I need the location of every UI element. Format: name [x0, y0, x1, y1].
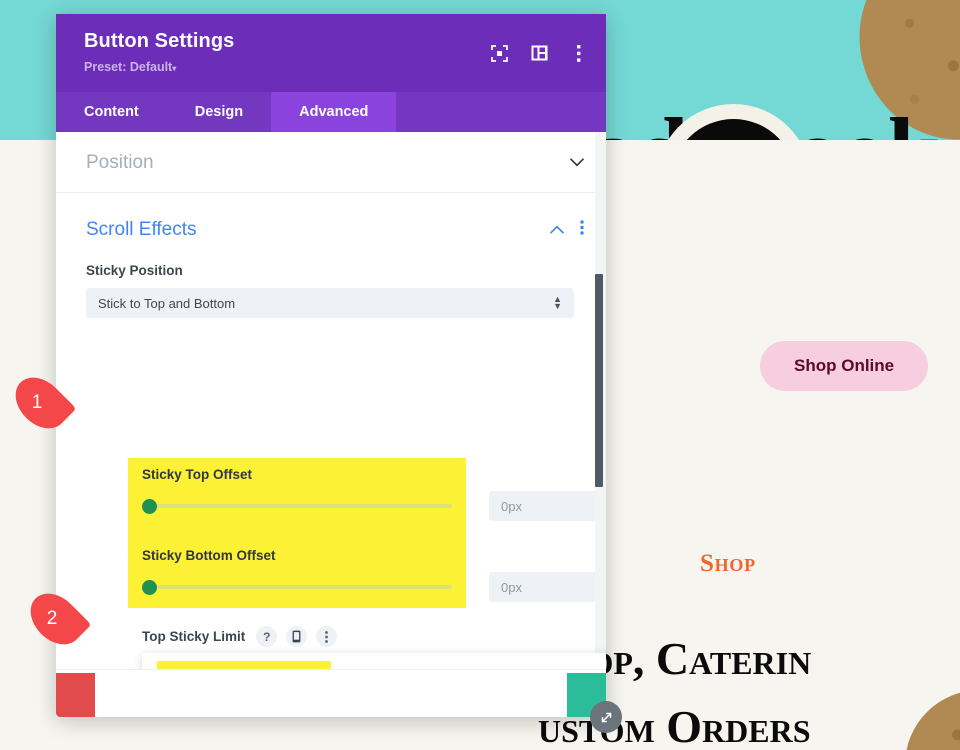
field-top-sticky-limit: Top Sticky Limit ? — [142, 626, 338, 647]
modal-header: Button Settings Preset: Default▾ — [56, 14, 606, 92]
preset-selector[interactable]: Preset: Default▾ — [84, 60, 586, 74]
mobile-icon[interactable] — [286, 626, 308, 647]
field-sticky-top-offset: Sticky Top Offset — [142, 467, 252, 482]
button-settings-modal: Button Settings Preset: Default▾ Content… — [56, 14, 622, 733]
sticky-position-label: Sticky Position — [86, 263, 183, 278]
sticky-top-offset-label: Sticky Top Offset — [142, 467, 253, 482]
preset-label: Preset: Default — [84, 60, 173, 74]
tab-content[interactable]: Content — [56, 92, 167, 132]
sticky-bottom-offset-input[interactable] — [489, 572, 606, 602]
modal-scrollbar-track[interactable] — [595, 132, 606, 669]
more-vertical-icon[interactable] — [580, 220, 584, 240]
callout-badge-1: 1 — [5, 367, 77, 439]
top-sticky-limit-label: Top Sticky Limit — [142, 629, 246, 644]
sticky-position-value: Stick to Top and Bottom — [98, 295, 236, 311]
shop-online-button[interactable]: Shop Online — [760, 341, 929, 391]
layout-panel-icon[interactable] — [530, 44, 548, 62]
help-icon[interactable]: ? — [256, 626, 278, 647]
section-scroll-effects[interactable]: Scroll Effects — [56, 193, 606, 255]
dropdown-option-none[interactable]: None ✔ — [142, 661, 606, 669]
sticky-position-select[interactable]: Stick to Top and Bottom ▲ ▼ — [86, 288, 574, 318]
chevron-down-icon[interactable] — [570, 154, 584, 172]
shop-eyebrow-text: Shop — [700, 550, 756, 577]
modal-scrollbar-thumb[interactable] — [595, 274, 603, 487]
chevron-up-icon[interactable] — [550, 221, 564, 239]
select-updown-icon: ▲ ▼ — [553, 294, 562, 311]
section-position-title: Position — [86, 152, 154, 173]
sticky-bottom-offset-label: Sticky Bottom Offset — [142, 548, 276, 563]
cancel-button[interactable] — [56, 673, 95, 717]
resize-handle[interactable] — [590, 701, 622, 733]
sticky-top-offset-slider-knob[interactable] — [142, 499, 157, 514]
section-position[interactable]: Position — [56, 132, 606, 193]
modal-body: Position Scroll Effects Sticky Position … — [56, 132, 606, 669]
top-sticky-limit-dropdown: None ✔ Body Area Section Row Column — [142, 653, 606, 669]
sticky-bottom-offset-slider-knob[interactable] — [142, 580, 157, 595]
more-vertical-icon[interactable] — [316, 626, 338, 647]
section-scroll-effects-title: Scroll Effects — [86, 219, 197, 240]
chevron-down-icon: ▾ — [172, 64, 177, 73]
tab-advanced[interactable]: Advanced — [271, 92, 397, 132]
modal-footer — [56, 669, 606, 717]
section-position-tools — [570, 154, 584, 172]
sticky-bottom-offset-slider-track[interactable] — [144, 585, 452, 589]
modal-header-icons — [490, 44, 588, 62]
focus-target-icon[interactable] — [490, 44, 508, 62]
more-vertical-icon[interactable] — [570, 44, 588, 62]
sticky-top-offset-slider-track[interactable] — [144, 504, 452, 508]
tab-design[interactable]: Design — [167, 92, 271, 132]
callout-number: 2 — [46, 608, 58, 629]
sticky-top-offset-input[interactable] — [489, 491, 606, 521]
modal-tabs: Content Design Advanced — [56, 92, 606, 132]
callout-badge-2: 2 — [20, 583, 92, 655]
section-scroll-effects-tools — [550, 220, 584, 240]
screenshot-stage: ade cook ORDER ROR SIT NTIUM, Shop Onlin… — [0, 0, 960, 750]
callout-number: 1 — [31, 392, 43, 413]
field-sticky-bottom-offset: Sticky Bottom Offset — [142, 548, 276, 563]
field-sticky-position: Sticky Position Stick to Top and Bottom … — [56, 263, 606, 318]
